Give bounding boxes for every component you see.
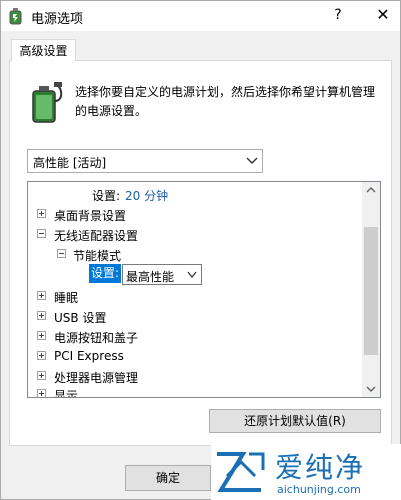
plan-description: 选择你要自定义的电源计划，然后选择你希望计算机管理的电源设置。 [75,85,376,118]
tree-item-label: USB 设置 [54,311,107,325]
power-saving-mode-value: 最高性能 [126,270,175,284]
tree-item-label: 处理器电源管理 [54,371,139,385]
expand-icon[interactable] [37,209,46,218]
expand-icon[interactable] [37,389,46,397]
battery-plug-icon [32,82,63,123]
power-plan-dropdown[interactable]: 高性能 [活动] [27,149,263,173]
help-button[interactable]: ? [327,4,349,26]
tree-item-label: 无线适配器设置 [54,229,139,243]
tree-row-usb-settings[interactable]: USB 设置 [28,307,358,326]
tree-row-desktop-background[interactable]: 桌面背景设置 [28,205,358,224]
chevron-up-icon[interactable] [362,182,380,199]
power-plan-value: 高性能 [活动] [33,156,107,170]
tree-item-label: 显示 [54,389,79,398]
tree-scrollbar[interactable] [362,182,380,397]
expand-icon[interactable] [37,291,46,300]
tree-row-wireless-adapter[interactable]: 无线适配器设置 [28,225,358,244]
chevron-down-icon [187,271,197,279]
window-title: 电源选项 [31,12,84,27]
tree-row-pci-express[interactable]: PCI Express [28,347,358,366]
ok-button[interactable]: 确定 [125,465,211,491]
collapse-icon[interactable] [37,229,46,238]
collapse-icon[interactable] [57,249,66,258]
tree-row-display[interactable]: 显示 [28,385,358,398]
title-bar: 电源选项 ? ✕ [1,1,400,31]
tree-row-sleep[interactable]: 睡眠 [28,287,358,306]
tree-row-timeout-setting[interactable]: 设置: 20 分钟 [28,185,358,204]
expand-icon[interactable] [37,331,46,340]
tab-advanced-settings[interactable]: 高级设置 [11,39,76,61]
selected-setting-label: 设置: [89,264,122,283]
power-saving-mode-dropdown[interactable]: 最高性能 [122,264,202,285]
close-button[interactable]: ✕ [371,4,395,26]
expand-icon[interactable] [37,351,46,360]
settings-tree[interactable]: 设置: 20 分钟 桌面背景设置 无线适配器设置 节能模式 设置: 最高性能 睡… [27,181,381,398]
restore-defaults-button[interactable]: 还原计划默认值(R) [209,409,381,433]
scrollbar-thumb[interactable] [364,227,378,355]
tree-item-label: 睡眠 [54,291,79,305]
chevron-down-icon [246,157,258,164]
setting-label: 设置: [92,189,121,203]
power-options-icon [9,8,22,25]
tree-item-label: 节能模式 [73,249,122,263]
watermark-emblem-icon [217,452,265,492]
expand-icon[interactable] [37,311,46,320]
watermark-title: 爱纯净 [275,451,366,484]
watermark-logo: 爱纯净 aichunjing.com [211,444,401,500]
tree-row-power-saving-mode[interactable]: 节能模式 [28,245,358,264]
watermark-url: aichunjing.com [277,483,361,496]
chevron-down-icon[interactable] [362,380,380,397]
tree-row-processor-power[interactable]: 处理器电源管理 [28,367,358,386]
tree-item-label: 电源按钮和盖子 [54,331,139,345]
tree-item-label: PCI Express [54,349,124,363]
power-options-dialog: 电源选项 ? ✕ 高级设置 选择你要自定义的电源计划，然后选择你希望计算机管理的… [0,0,401,500]
setting-value: 20 分钟 [125,189,169,203]
expand-icon[interactable] [37,371,46,380]
tree-item-label: 桌面背景设置 [54,209,127,223]
tree-row-power-buttons-lid[interactable]: 电源按钮和盖子 [28,327,358,346]
